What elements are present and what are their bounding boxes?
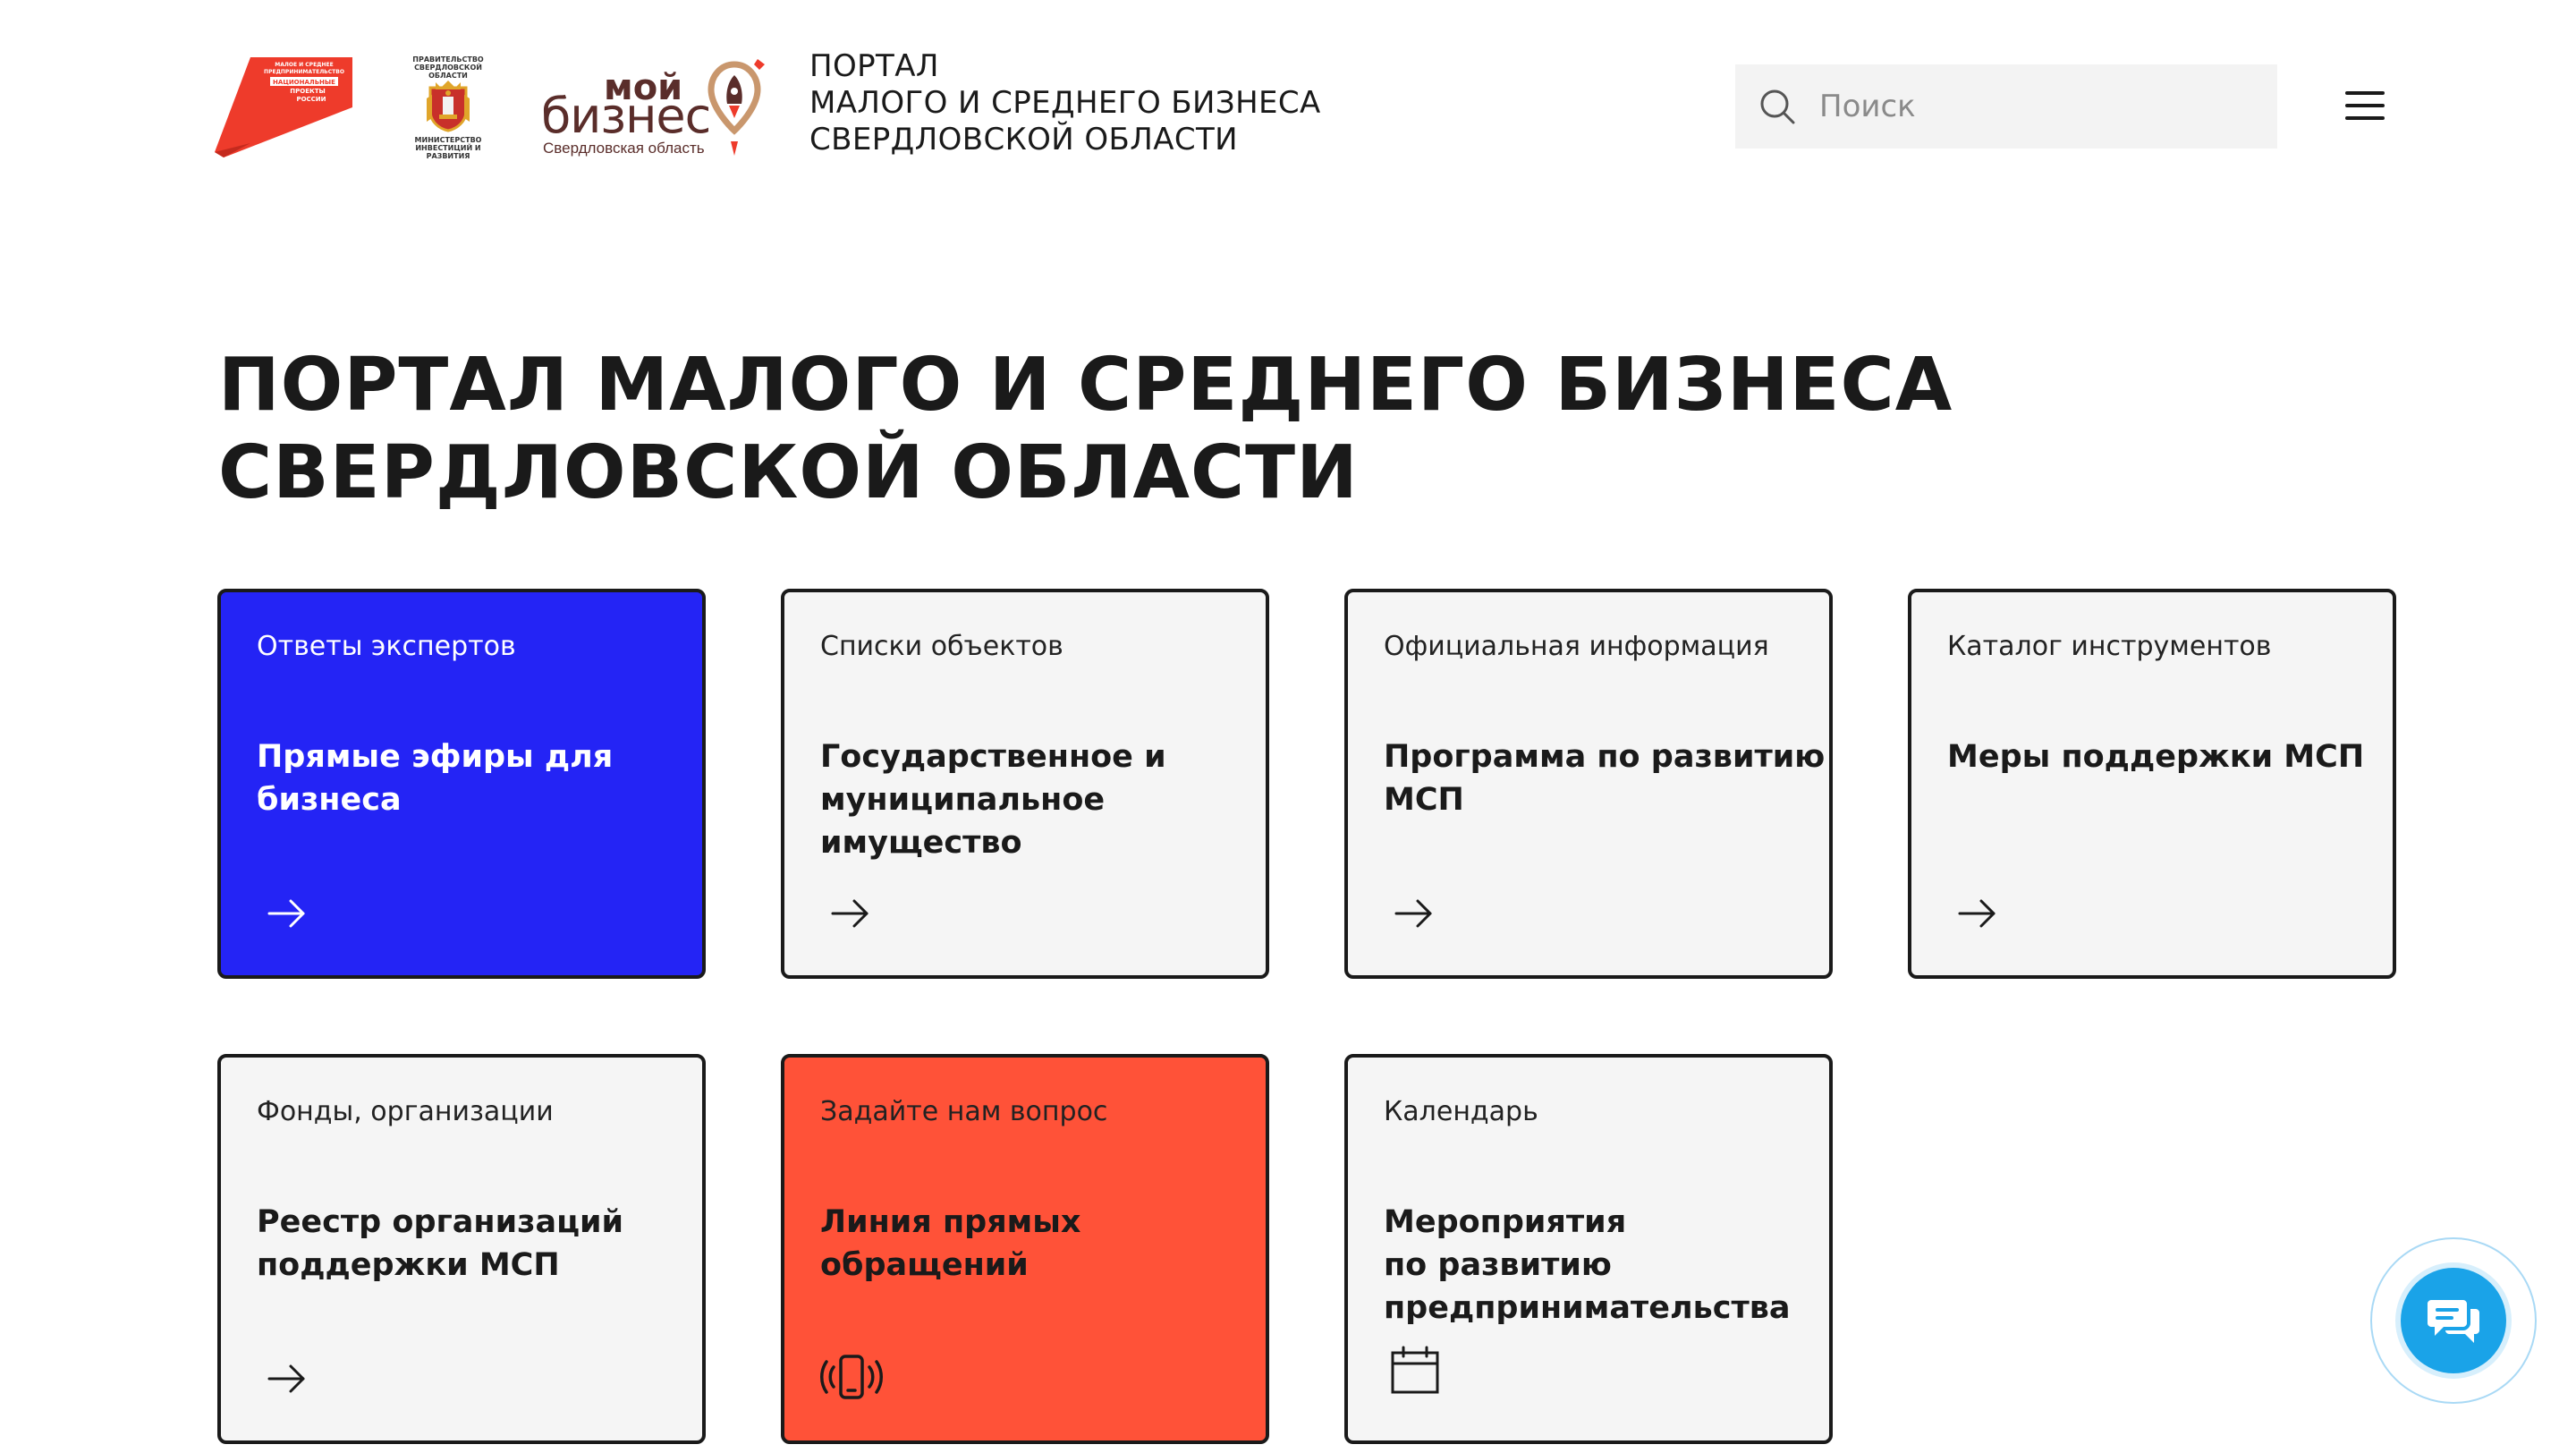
arrow-right-icon <box>831 899 869 928</box>
card-category: Фонды, организации <box>257 1096 554 1127</box>
card-category: Задайте нам вопрос <box>820 1096 1108 1127</box>
site-header: МАЛОЕ И СРЕДНЕЕ ПРЕДПРИНИМАТЕЛЬСТВО НАЦИ… <box>0 0 2576 206</box>
card-title-line: Мероприятия <box>1384 1204 1627 1240</box>
page-title: ПОРТАЛ МАЛОГО И СРЕДНЕГО БИЗНЕСА СВЕРДЛО… <box>218 342 1953 517</box>
national-projects-logo[interactable]: МАЛОЕ И СРЕДНЕЕ ПРЕДПРИНИМАТЕЛЬСТВО НАЦИ… <box>215 54 352 157</box>
card-funds-organizations[interactable]: Фонды, организации Реестр организаций по… <box>217 1054 706 1444</box>
moi-biznes-logo[interactable]: мой бизнес Свердловская область <box>541 55 774 163</box>
national-projects-logo-icon: МАЛОЕ И СРЕДНЕЕ ПРЕДПРИНИМАТЕЛЬСТВО НАЦИ… <box>215 57 352 157</box>
arrow-right-icon <box>1394 899 1432 928</box>
mb-logo-biznes: бизнес <box>541 88 711 144</box>
card-title: Реестр организаций поддержки МСП <box>257 1201 677 1287</box>
chat-button[interactable] <box>2401 1268 2506 1373</box>
card-title-line: Реестр организаций <box>257 1204 624 1240</box>
card-title: Мероприятия по развитию предпринимательс… <box>1384 1201 1804 1330</box>
gov-logo-bottom-text: МИНИСТЕРСТВО ИНВЕСТИЦИЙ И РАЗВИТИЯ <box>414 136 482 160</box>
card-category: Каталог инструментов <box>1947 631 2272 662</box>
header-portal-title-line-3: СВЕРДЛОВСКОЙ ОБЛАСТИ <box>809 122 1239 157</box>
card-tools-catalog[interactable]: Каталог инструментов Меры поддержки МСП <box>1908 589 2396 979</box>
card-expert-answers[interactable]: Ответы экспертов Прямые эфиры для бизнес… <box>217 589 706 979</box>
sverdlovsk-crest-icon <box>427 81 470 132</box>
card-ask-question[interactable]: Задайте нам вопрос Линия прямых обращени… <box>781 1054 1269 1444</box>
government-logo[interactable]: ПРАВИТЕЛЬСТВО СВЕРДЛОВСКОЙ ОБЛАСТИ МИНИС… <box>395 54 501 160</box>
card-category: Официальная информация <box>1384 631 1769 662</box>
card-calendar[interactable]: Календарь Мероприятия по развитию предпр… <box>1344 1054 1833 1444</box>
card-category: Ответы экспертов <box>257 631 516 662</box>
rocket-pin-icon <box>708 59 765 156</box>
np-logo-line-1: МАЛОЕ И СРЕДНЕЕ <box>275 62 333 68</box>
card-title-line: по развитию <box>1384 1247 1612 1283</box>
mb-logo-region: Свердловская область <box>543 140 705 157</box>
search-icon <box>1760 89 1795 124</box>
page-title-line-2: СВЕРДЛОВСКОЙ ОБЛАСТИ <box>218 430 1359 515</box>
card-title-line: муниципальное <box>820 782 1106 818</box>
card-title-line: предпринимательства <box>1384 1290 1791 1326</box>
card-category: Списки объектов <box>820 631 1063 662</box>
card-title-line: Государственное и <box>820 739 1166 775</box>
card-title: Линия прямых обращений <box>820 1201 1241 1287</box>
card-category: Календарь <box>1384 1096 1538 1127</box>
search-input[interactable] <box>1819 64 2258 149</box>
card-title-line: бизнеса <box>257 782 402 818</box>
gov-logo-top-text: ПРАВИТЕЛЬСТВО СВЕРДЛОВСКОЙ ОБЛАСТИ <box>412 55 484 80</box>
header-portal-title-line-2: МАЛОГО И СРЕДНЕГО БИЗНЕСА <box>809 85 1321 121</box>
card-title-line: обращений <box>820 1247 1029 1283</box>
menu-button[interactable] <box>2345 88 2386 123</box>
arrow-right-icon <box>267 1364 305 1393</box>
arrow-right-icon <box>1958 899 1996 928</box>
card-title: Государственное и муниципальное имуществ… <box>820 735 1241 864</box>
card-title-line: Линия прямых <box>820 1204 1081 1240</box>
page-title-line-1: ПОРТАЛ МАЛОГО И СРЕДНЕГО БИЗНЕСА <box>218 343 1953 428</box>
card-title-line: поддержки МСП <box>257 1247 560 1283</box>
vibrating-phone-icon <box>820 1355 883 1399</box>
hamburger-icon-line <box>2345 104 2385 107</box>
card-official-info[interactable]: Официальная информация Программа по разв… <box>1344 589 1833 979</box>
np-logo-line-4: ПРОЕКТЫ <box>290 88 325 95</box>
np-logo-line-5: РОССИИ <box>296 96 326 103</box>
calendar-icon <box>1391 1346 1439 1394</box>
card-property-lists[interactable]: Списки объектов Государственное и муници… <box>781 589 1269 979</box>
card-title-line: имущество <box>820 825 1022 861</box>
arrow-right-icon <box>267 899 305 928</box>
chat-widget <box>2370 1237 2537 1404</box>
card-title-line: Программа по развитию <box>1384 739 1826 775</box>
chat-bubbles-icon <box>2428 1300 2479 1343</box>
card-title: Программа по развитию МСП <box>1384 735 1826 821</box>
header-portal-title: ПОРТАЛ МАЛОГО И СРЕДНЕГО БИЗНЕСА СВЕРДЛО… <box>809 48 1321 158</box>
card-title: Меры поддержки МСП <box>1947 735 2368 778</box>
header-portal-title-line-1: ПОРТАЛ <box>809 48 939 84</box>
hamburger-icon-line <box>2345 116 2385 120</box>
np-logo-line-3: НАЦИОНАЛЬНЫЕ <box>273 79 335 86</box>
search-box[interactable] <box>1735 64 2277 149</box>
np-logo-line-2: ПРЕДПРИНИМАТЕЛЬСТВО <box>264 69 344 75</box>
card-title-line: Меры поддержки МСП <box>1947 739 2365 775</box>
card-title-line: Прямые эфиры для <box>257 739 614 775</box>
card-title-line: МСП <box>1384 782 1464 818</box>
card-title: Прямые эфиры для бизнеса <box>257 735 677 821</box>
hamburger-icon <box>2345 91 2385 95</box>
